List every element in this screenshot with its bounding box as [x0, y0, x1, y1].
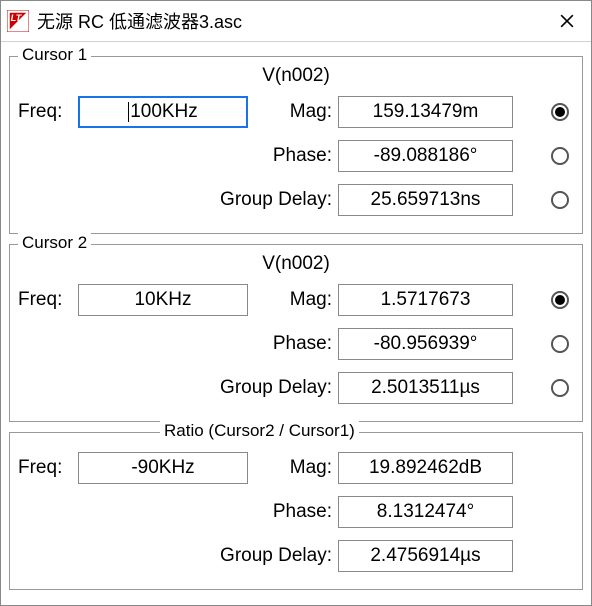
- ratio-legend: Ratio (Cursor2 / Cursor1): [160, 421, 359, 441]
- window-title: 无源 RC 低通滤波器3.asc: [37, 8, 543, 34]
- cursor2-phase-radio[interactable]: [551, 335, 569, 353]
- titlebar[interactable]: LT 无源 RC 低通滤波器3.asc: [1, 1, 591, 42]
- ratio-freq-input[interactable]: -90KHz: [78, 452, 248, 484]
- cursor2-gd-input[interactable]: 2.5013511µs: [338, 372, 513, 404]
- cursor2-freq-label: Freq:: [18, 289, 78, 311]
- cursor2-gd-label: Group Delay:: [138, 377, 338, 399]
- cursor2-gd-radio[interactable]: [551, 379, 569, 397]
- cursor2-mag-input[interactable]: 1.5717673: [338, 284, 513, 316]
- cursor2-mag-label: Mag:: [272, 289, 338, 311]
- cursor2-freq-input[interactable]: 10KHz: [78, 284, 248, 316]
- cursor2-legend: Cursor 2: [18, 233, 91, 253]
- client-area: Cursor 1 V(n002) Freq: 100KHz Mag: 159.1…: [1, 42, 591, 605]
- cursor2-phase-label: Phase:: [272, 333, 338, 355]
- ratio-gd-label: Group Delay:: [138, 545, 338, 567]
- cursor1-freq-label: Freq:: [18, 101, 78, 123]
- cursor1-phase-input[interactable]: -89.088186°: [338, 140, 513, 172]
- cursor1-phase-radio[interactable]: [551, 147, 569, 165]
- cursor1-gd-input[interactable]: 25.659713ns: [338, 184, 513, 216]
- cursor2-group: Cursor 2 V(n002) Freq: 10KHz Mag: 1.5717…: [9, 244, 583, 422]
- cursor1-legend: Cursor 1: [18, 45, 91, 65]
- cursor2-phase-input[interactable]: -80.956939°: [338, 328, 513, 360]
- cursor1-mag-radio[interactable]: [551, 103, 569, 121]
- cursor1-gd-label: Group Delay:: [138, 189, 338, 211]
- ratio-group: Ratio (Cursor2 / Cursor1) Freq: -90KHz M…: [9, 432, 583, 590]
- ratio-mag-label: Mag:: [272, 457, 338, 479]
- cursor1-phase-label: Phase:: [272, 145, 338, 167]
- cursor1-mag-label: Mag:: [272, 101, 338, 123]
- cursor1-mag-input[interactable]: 159.13479m: [338, 96, 513, 128]
- ratio-phase-input[interactable]: 8.1312474°: [338, 496, 513, 528]
- ratio-freq-label: Freq:: [18, 457, 78, 479]
- ratio-mag-input[interactable]: 19.892462dB: [338, 452, 513, 484]
- cursor1-signal: V(n002): [18, 65, 574, 87]
- cursor1-freq-value: 100KHz: [130, 101, 198, 123]
- ratio-phase-label: Phase:: [272, 501, 338, 523]
- ratio-gd-input[interactable]: 2.4756914µs: [338, 540, 513, 572]
- cursor1-freq-input[interactable]: 100KHz: [78, 96, 248, 128]
- cursor1-group: Cursor 1 V(n002) Freq: 100KHz Mag: 159.1…: [9, 56, 583, 234]
- cursor2-mag-radio[interactable]: [551, 291, 569, 309]
- cursor1-gd-radio[interactable]: [551, 191, 569, 209]
- close-button[interactable]: [543, 1, 591, 41]
- cursor2-signal: V(n002): [18, 253, 574, 275]
- app-icon: LT: [7, 10, 29, 32]
- cursor-dialog: LT 无源 RC 低通滤波器3.asc Cursor 1 V(n002) Fre…: [0, 0, 592, 606]
- close-icon: [560, 14, 574, 28]
- svg-text:LT: LT: [11, 13, 23, 23]
